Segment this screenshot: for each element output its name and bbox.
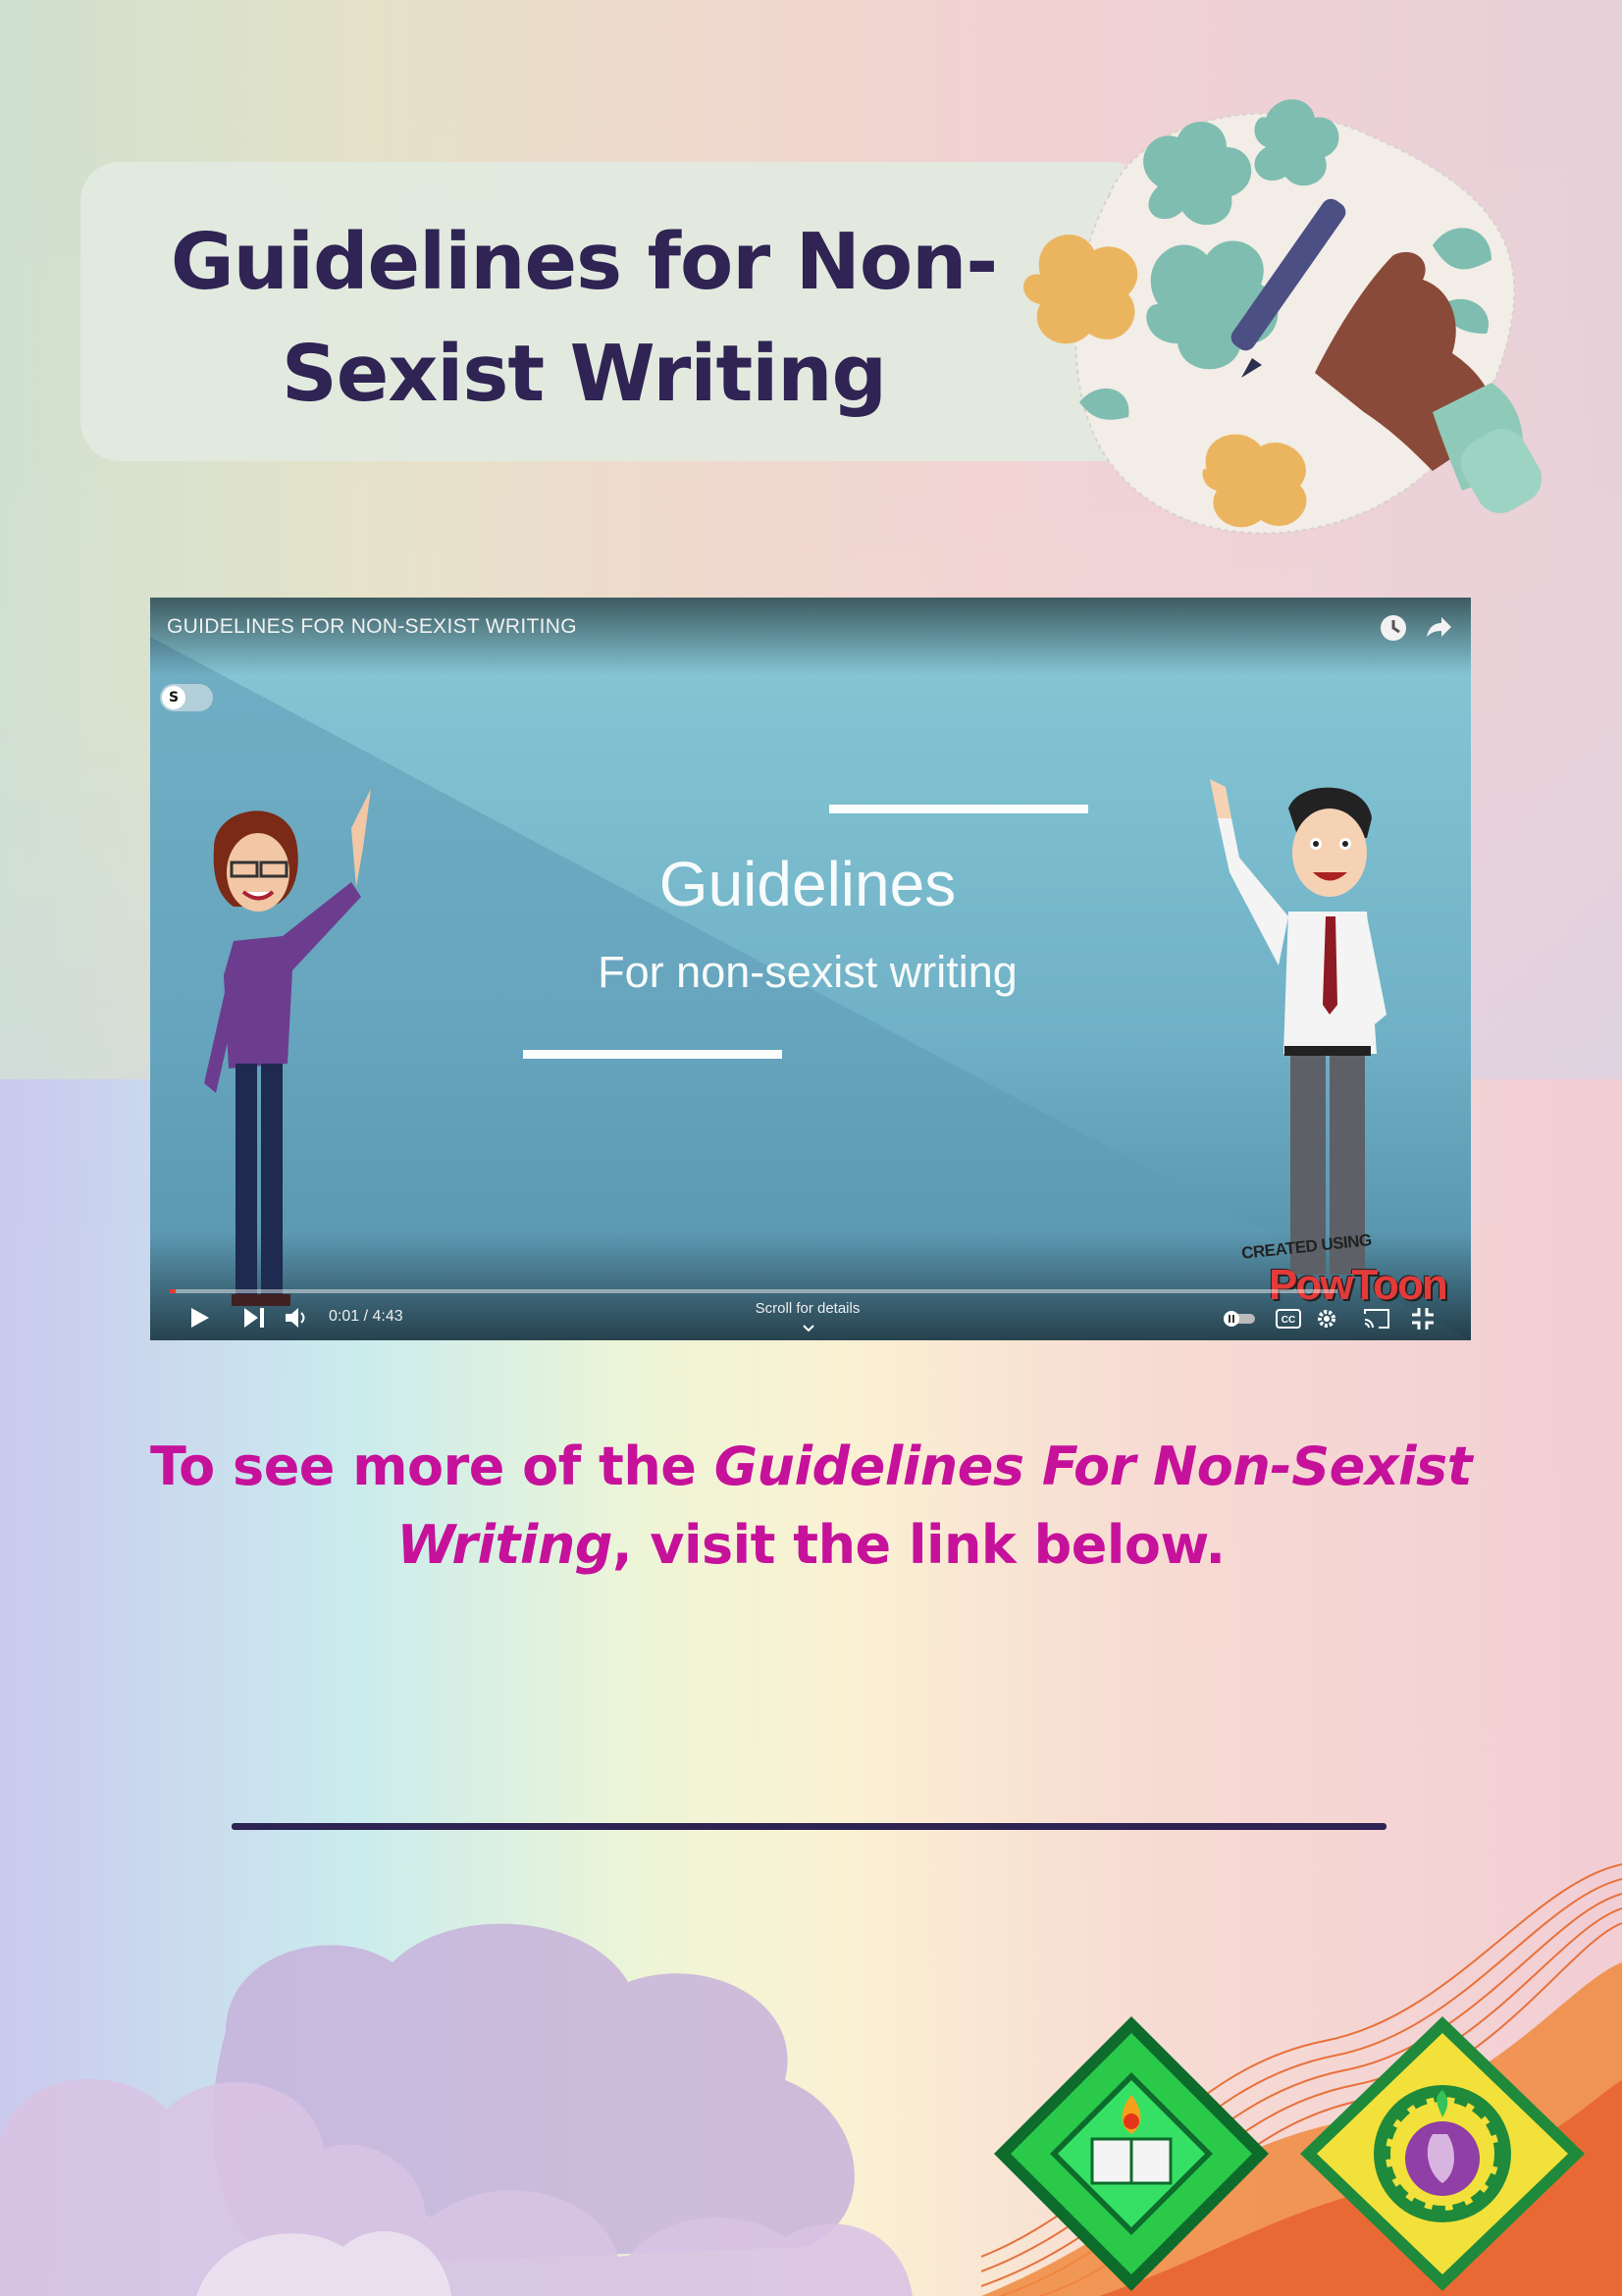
time-display: 0:01 / 4:43 (329, 1308, 403, 1325)
speaker-toggle[interactable]: S (160, 684, 213, 711)
svg-text:CC: CC (1282, 1315, 1295, 1326)
caption-part-1: To see more of the (149, 1435, 714, 1497)
hand-writing-illustration (1023, 99, 1543, 535)
progress-bar[interactable] (170, 1289, 1337, 1293)
share-icon[interactable] (1421, 611, 1454, 645)
video-title[interactable]: GUIDELINES FOR NON-SEXIST WRITING (167, 615, 577, 639)
watercolor-clouds (0, 1923, 913, 2296)
volume-icon[interactable] (284, 1306, 309, 1330)
video-player[interactable]: GUIDELINES FOR NON-SEXIST WRITING S Guid… (150, 598, 1471, 1340)
watch-later-icon[interactable] (1377, 611, 1410, 645)
slide-heading: Guidelines (658, 849, 957, 919)
progress-fill (170, 1289, 176, 1293)
scroll-for-details[interactable]: Scroll for details (700, 1300, 916, 1317)
woman-character (204, 789, 371, 1306)
autoplay-toggle-icon[interactable] (1222, 1310, 1257, 1328)
chevron-down-icon[interactable] (802, 1324, 815, 1333)
play-icon[interactable] (189, 1306, 211, 1330)
powtoon-logo: PowToon (1269, 1261, 1448, 1309)
caption-part-2: , visit the link below. (611, 1514, 1226, 1576)
page-title: Guidelines for Non-Sexist Writing (170, 217, 998, 419)
settings-gear-icon[interactable] (1314, 1306, 1339, 1331)
cast-icon[interactable] (1363, 1308, 1390, 1330)
cvsu-seal-logo (994, 2016, 1269, 2291)
captions-icon[interactable]: CC (1275, 1308, 1302, 1330)
slide-bottom-line (523, 1050, 782, 1059)
slide-subheading: For non-sexist writing (598, 947, 1018, 997)
toggle-label: S (162, 686, 185, 709)
link-caption: To see more of the Guidelines For Non-Se… (137, 1428, 1485, 1585)
man-character (1210, 779, 1387, 1275)
next-icon[interactable] (242, 1306, 266, 1330)
slide-top-line (829, 805, 1088, 813)
exit-fullscreen-icon[interactable] (1410, 1306, 1436, 1331)
gad-seal-logo (1300, 2016, 1585, 2291)
